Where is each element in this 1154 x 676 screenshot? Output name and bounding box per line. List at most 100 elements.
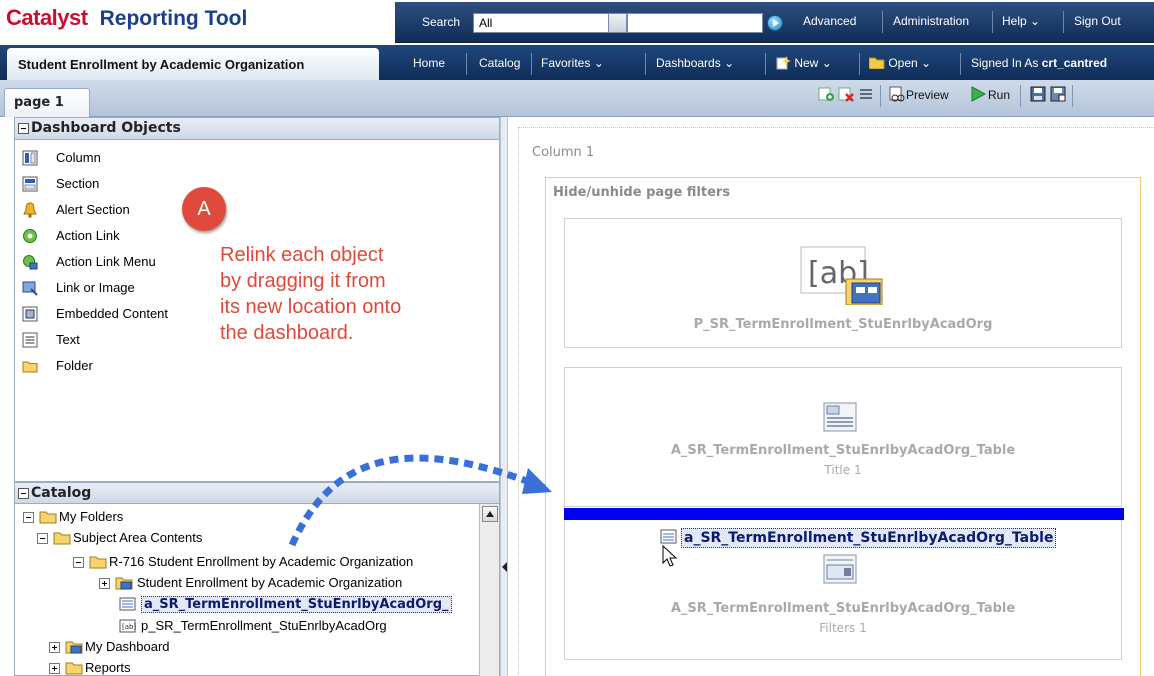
chevron-down-icon: ⌄ — [921, 56, 932, 70]
card-subtitle: Filters 1 — [819, 621, 867, 635]
save-as-icon[interactable] — [1050, 86, 1066, 102]
card-title: A_SR_TermEnrollment_StuEnrlbyAcadOrg_Tab… — [670, 443, 1016, 458]
object-label: Action Link Menu — [56, 254, 156, 269]
search-go-icon[interactable] — [767, 15, 783, 31]
callout-note: Relink each object by dragging it from i… — [220, 242, 460, 346]
divider — [960, 53, 961, 75]
catalog-panel: Catalog My Folders Subject Area Contents… — [14, 482, 500, 676]
folder-open-icon — [868, 57, 885, 70]
tree-label: R-716 Student Enrollment by Academic Org… — [109, 554, 414, 569]
collapse-icon[interactable] — [18, 488, 29, 499]
object-action-link-menu[interactable]: Action Link Menu — [22, 252, 222, 272]
dashboard-objects-header[interactable]: Dashboard Objects — [15, 118, 499, 140]
favorites-label: Favorites — [541, 56, 591, 70]
scroll-up-button[interactable] — [482, 506, 498, 522]
run-button[interactable]: Run — [988, 88, 1010, 102]
advanced-link[interactable]: Advanced — [803, 14, 856, 28]
tree-label: My Folders — [59, 509, 124, 524]
app-logo[interactable]: Catalyst Reporting Tool — [6, 5, 247, 31]
expand-icon[interactable] — [99, 578, 110, 589]
object-embedded-content[interactable]: Embedded Content — [22, 304, 222, 324]
preview-icon[interactable] — [889, 86, 905, 102]
signed-in-user[interactable]: crt_cantred — [1042, 56, 1107, 70]
prompt-object-card[interactable]: [ab] P_SR_TermEnrollment_StuEnrlbyAcadOr… — [564, 218, 1122, 348]
sign-out-link[interactable]: Sign Out — [1074, 14, 1121, 28]
card-subtitle: Title 1 — [824, 463, 862, 477]
dashboard-folder-icon — [65, 641, 83, 654]
properties-icon[interactable] — [858, 86, 874, 102]
object-column[interactable]: Column — [22, 148, 222, 168]
object-label: Column — [56, 150, 101, 165]
tab-page-1[interactable]: page 1 — [4, 88, 90, 117]
panel-splitter[interactable] — [500, 117, 508, 676]
object-action-link[interactable]: Action Link — [22, 226, 222, 246]
chevron-down-icon: ⌄ — [593, 56, 604, 70]
search-input[interactable] — [627, 13, 763, 33]
dashboard-folder-icon — [115, 577, 133, 590]
collapse-icon[interactable] — [73, 557, 84, 568]
embedded-content-icon — [22, 306, 38, 322]
bell-icon — [23, 202, 37, 218]
analysis-icon — [119, 597, 136, 611]
tree-label: My Dashboard — [85, 639, 170, 654]
object-label: Text — [56, 332, 80, 347]
open-menu[interactable]: Open ⌄ — [868, 56, 932, 70]
title-view-icon — [823, 402, 857, 432]
catalog-scrollbar[interactable] — [479, 504, 499, 676]
administration-link[interactable]: Administration — [893, 14, 969, 28]
mouse-pointer-icon — [662, 545, 678, 567]
prompt-object-icon: [ab] — [800, 246, 883, 305]
global-toolbar: Search All Advanced Administration Help … — [395, 2, 1154, 43]
object-label: Link or Image — [56, 280, 135, 295]
home-link[interactable]: Home — [413, 56, 445, 70]
dashboards-label: Dashboards — [656, 56, 721, 70]
tree-label: Student Enrollment by Academic Organizat… — [137, 575, 403, 590]
callout-line: its new location onto — [220, 296, 402, 318]
dashboard-title-tab[interactable]: Student Enrollment by Academic Organizat… — [7, 48, 379, 80]
app-header: Catalyst Reporting Tool Search All Advanc… — [0, 0, 1154, 45]
object-label: Embedded Content — [56, 306, 169, 321]
new-menu[interactable]: New ⌄ — [776, 56, 832, 70]
run-icon[interactable] — [970, 86, 986, 102]
preview-button[interactable]: Preview — [906, 88, 949, 102]
chevron-down-icon[interactable] — [608, 14, 626, 32]
search-scope-select[interactable]: All — [473, 13, 627, 33]
object-folder[interactable]: Folder — [22, 356, 222, 376]
card-title: P_SR_TermEnrollment_StuEnrlbyAcadOrg — [693, 317, 993, 332]
collapse-arrow-icon[interactable] — [502, 562, 507, 572]
tree-label: Subject Area Contents — [73, 530, 203, 545]
dashboards-menu[interactable]: Dashboards ⌄ — [656, 56, 734, 70]
text-icon — [22, 332, 38, 348]
callout-line: the dashboard. — [220, 322, 354, 344]
callout-line: Relink each object — [220, 244, 384, 266]
delete-page-icon[interactable] — [838, 86, 854, 102]
divider — [466, 53, 467, 75]
title-object-card[interactable]: A_SR_TermEnrollment_StuEnrlbyAcadOrg_Tab… — [564, 367, 1122, 507]
collapse-icon[interactable] — [18, 123, 29, 134]
drop-target-indicator — [564, 508, 1124, 520]
object-text[interactable]: Text — [22, 330, 222, 350]
object-label: Alert Section — [56, 202, 130, 217]
object-link-or-image[interactable]: Link or Image — [22, 278, 222, 298]
add-page-icon[interactable] — [818, 86, 834, 102]
save-icon[interactable] — [1030, 86, 1046, 102]
collapse-icon[interactable] — [37, 533, 48, 544]
catalog-header[interactable]: Catalog — [15, 482, 499, 504]
expand-icon[interactable] — [49, 642, 60, 653]
dashboard-canvas: Column 1 Hide/unhide page filters [ab] P… — [508, 117, 1154, 676]
collapse-icon[interactable] — [23, 512, 34, 523]
catalog-link[interactable]: Catalog — [479, 56, 520, 70]
help-menu[interactable]: Help ⌄ — [1002, 14, 1040, 28]
drag-ghost-label: a_SR_TermEnrollment_StuEnrlbyAcadOrg_Tab… — [681, 528, 1057, 548]
favorites-menu[interactable]: Favorites ⌄ — [541, 56, 604, 70]
section-label: Hide/unhide page filters — [553, 185, 731, 200]
panel-title: Catalog — [31, 485, 92, 501]
callout-line: by dragging it from — [220, 270, 386, 292]
tree-label: Reports — [85, 660, 131, 675]
brand-name: Reporting Tool — [99, 7, 248, 30]
folder-icon — [65, 662, 83, 675]
folder-open-icon — [39, 511, 57, 524]
expand-icon[interactable] — [49, 663, 60, 674]
divider — [1063, 11, 1064, 33]
signed-in-label: Signed In As — [971, 56, 1039, 70]
